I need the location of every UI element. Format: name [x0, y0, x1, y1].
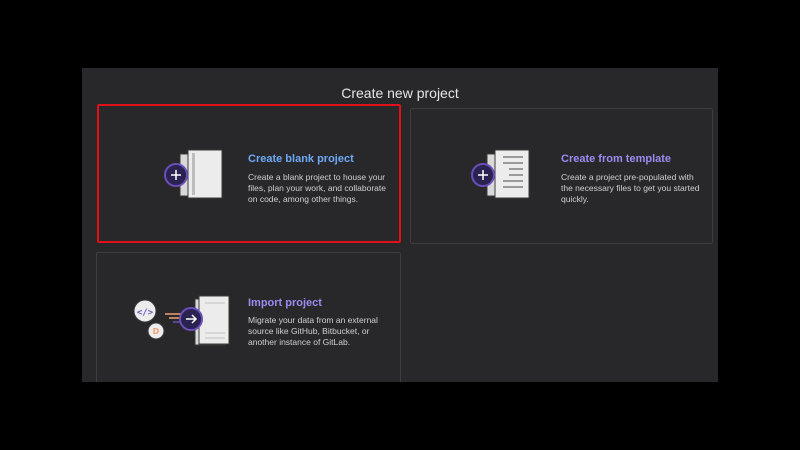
template-project-icon	[461, 141, 541, 211]
import-project-card[interactable]: </> D Import project Migrate your data f…	[96, 252, 401, 382]
svg-text:</>: </>	[137, 308, 154, 318]
svg-text:D: D	[153, 327, 160, 336]
create-from-template-card[interactable]: Create from template Create a project pr…	[410, 108, 713, 244]
create-blank-project-title[interactable]: Create blank project	[248, 152, 354, 166]
import-project-description: Migrate your data from an external sourc…	[248, 315, 378, 347]
create-from-template-title[interactable]: Create from template	[561, 152, 671, 166]
create-project-panel: Create new project Create blank project …	[82, 68, 718, 382]
create-blank-project-description: Create a blank project to house your fil…	[248, 172, 386, 204]
page-title: Create new project	[341, 85, 459, 102]
create-blank-project-card[interactable]: Create blank project Create a blank proj…	[97, 104, 401, 243]
import-project-title[interactable]: Import project	[248, 296, 322, 310]
create-from-template-description: Create a project pre-populated with the …	[561, 172, 700, 204]
blank-project-icon	[154, 141, 234, 211]
import-project-icon: </> D	[125, 289, 235, 359]
